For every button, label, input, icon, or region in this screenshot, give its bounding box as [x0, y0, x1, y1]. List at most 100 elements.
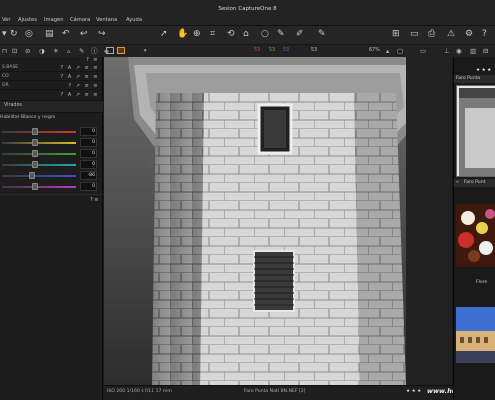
bw-slider[interactable]: 0: [0, 127, 103, 137]
slider-knob[interactable]: [31, 128, 38, 135]
bw-slider[interactable]: 0: [0, 160, 103, 170]
bw-tab-virados[interactable]: Virados: [4, 103, 22, 108]
print-icon[interactable]: ⎙: [428, 29, 435, 39]
library-tab-icon[interactable]: ⊓: [2, 47, 7, 55]
select-tool-icon[interactable]: ➚: [160, 29, 168, 39]
spot-tool-icon[interactable]: ○: [261, 29, 269, 39]
crop-tool-icon[interactable]: ⌗: [210, 29, 215, 39]
rotate-tool-icon[interactable]: ⟲: [227, 29, 235, 39]
slider-track[interactable]: [2, 164, 76, 166]
zoom-level[interactable]: 67%: [369, 47, 380, 55]
metadata-tab-icon[interactable]: ⓘ: [91, 47, 98, 55]
flower-image: [456, 204, 495, 267]
browser-toggle-icon[interactable]: ⊟: [483, 47, 488, 55]
menu-ayuda[interactable]: Ayuda: [126, 17, 142, 23]
local-adjust-tab-icon[interactable]: ✎: [79, 47, 84, 55]
compare-view-icon[interactable]: ▭: [410, 29, 419, 39]
picker-tool-icon[interactable]: ✐: [296, 29, 304, 39]
viewer-status-bar: ISO 200 1/160 s f/11 17 mm Faro Punta Na…: [104, 385, 495, 400]
menu-imagen[interactable]: Imagen: [44, 17, 64, 23]
slider-track[interactable]: [2, 153, 76, 155]
building-thumbnail[interactable]: [456, 307, 495, 363]
warning-icon[interactable]: ⚠: [447, 29, 455, 39]
focus-mask-icon[interactable]: ⊥: [444, 47, 450, 55]
panel-actions-icon[interactable]: ? ≡: [90, 197, 98, 203]
slider-track[interactable]: [2, 175, 76, 177]
viewer-mode-icon[interactable]: ▥: [470, 47, 476, 55]
slider-value-field[interactable]: 0: [80, 160, 97, 169]
slider-knob[interactable]: [28, 172, 35, 179]
zoom-fit-icon[interactable]: ▢: [397, 47, 403, 55]
tool-row-base[interactable]: S BASE ? A ↗ ≡ ≡: [0, 64, 103, 72]
thumb-2-header: « Faro Punt: [454, 179, 495, 187]
bw-tabs: Virados: [0, 100, 103, 113]
bw-slider[interactable]: -86: [0, 171, 103, 181]
zoom-tool-icon[interactable]: ⊕: [193, 29, 201, 39]
undo-icon[interactable]: ↩: [80, 29, 88, 39]
tool-row-co[interactable]: CO ? A ↗ ≡ ≡: [0, 73, 103, 81]
hand-tool-icon[interactable]: ✋: [177, 29, 188, 39]
proof-value-g: 53: [269, 48, 276, 53]
bw-slider[interactable]: 0: [0, 138, 103, 148]
proof-value-r: 53: [254, 48, 261, 53]
bw-enable-checkbox[interactable]: Habilitar Blanco y negro: [0, 115, 103, 123]
tool-row-or[interactable]: OR ? ↗ ≡ ≡: [0, 82, 103, 90]
tools-panel: ? ≡ S BASE ? A ↗ ≡ ≡ CO ? A ↗ ≡ ≡ OR ? ↗…: [0, 57, 103, 400]
bw-tool-header[interactable]: ? A ↗ ≡ ≡: [0, 91, 103, 99]
bw-slider[interactable]: 0: [0, 182, 103, 192]
annotation-tool-icon[interactable]: ✎: [318, 29, 326, 39]
lens-tab-icon[interactable]: ⊘: [25, 47, 30, 55]
tool-row-actions-icon[interactable]: ? A ↗ ≡ ≡: [61, 64, 100, 72]
thumb-2-prefix-icon[interactable]: «: [456, 180, 459, 185]
menu-ventana[interactable]: Ventana: [96, 17, 117, 23]
exposure-tab-icon[interactable]: ☀: [53, 47, 59, 55]
details-tab-icon[interactable]: ▵: [67, 47, 70, 55]
slider-track[interactable]: [2, 142, 76, 144]
cursor-mode-icon[interactable]: ✦: [143, 47, 147, 55]
image-viewer[interactable]: [104, 57, 452, 385]
slider-knob[interactable]: [31, 139, 38, 146]
menu-ver[interactable]: Ver: [2, 17, 10, 23]
slider-value-field[interactable]: 0: [80, 138, 97, 147]
redo-icon[interactable]: ↪: [98, 29, 106, 39]
trash-icon[interactable]: ▤: [45, 29, 54, 39]
tool-row-actions-icon[interactable]: ? ↗ ≡ ≡: [69, 82, 100, 90]
panel-help-icons[interactable]: ? ≡: [86, 56, 99, 64]
thumb-rating[interactable]: ★ ★ ★: [476, 68, 491, 73]
capture-icon[interactable]: ◎: [25, 29, 33, 39]
settings-icon[interactable]: ⚙: [465, 29, 473, 39]
bw-slider[interactable]: 0: [0, 149, 103, 159]
slider-track[interactable]: [2, 131, 76, 133]
grid-view-icon[interactable]: ⊞: [392, 29, 400, 39]
menu-camara[interactable]: Cámara: [70, 17, 90, 23]
menu-ajustes[interactable]: Ajustes: [18, 17, 37, 23]
slider-value-field[interactable]: 0: [80, 127, 97, 136]
slider-value-field[interactable]: 0: [80, 149, 97, 158]
slider-knob[interactable]: [31, 183, 38, 190]
selected-thumb-name: Faro Punta: [456, 76, 481, 81]
import-icon[interactable]: ▾: [2, 29, 7, 39]
single-view-icon[interactable]: [106, 47, 114, 54]
slider-value-field[interactable]: -86: [80, 171, 97, 180]
color-tab-icon[interactable]: ◑: [39, 47, 45, 55]
image-rating[interactable]: ★ ★ ★: [406, 389, 421, 394]
flower-thumbnail[interactable]: [456, 204, 495, 267]
slider-knob[interactable]: [31, 150, 38, 157]
slider-value-field[interactable]: 0: [80, 182, 97, 191]
slider-track[interactable]: [2, 186, 76, 188]
multi-view-icon[interactable]: [117, 47, 125, 54]
capture-tab-icon[interactable]: ⊡: [12, 47, 17, 55]
keystone-tool-icon[interactable]: ⌂: [243, 29, 249, 39]
refresh-icon[interactable]: ↻: [10, 29, 18, 39]
help-icon[interactable]: ?: [482, 29, 487, 39]
zoom-out-icon[interactable]: ▴: [386, 47, 389, 55]
brush-tool-icon[interactable]: ✎: [277, 29, 285, 39]
thumb-3-header: Flore: [454, 279, 495, 287]
selected-thumbnail[interactable]: [456, 85, 495, 177]
tool-row-actions-icon[interactable]: ? A ↗ ≡ ≡: [61, 73, 100, 81]
viewer-eye-icon[interactable]: ◉: [456, 47, 462, 55]
zoom-100-icon[interactable]: ▭: [420, 47, 426, 55]
slider-knob[interactable]: [31, 161, 38, 168]
reset-icon[interactable]: ↶: [62, 29, 70, 39]
bw-tool-actions-icon[interactable]: ? A ↗ ≡ ≡: [61, 91, 100, 99]
